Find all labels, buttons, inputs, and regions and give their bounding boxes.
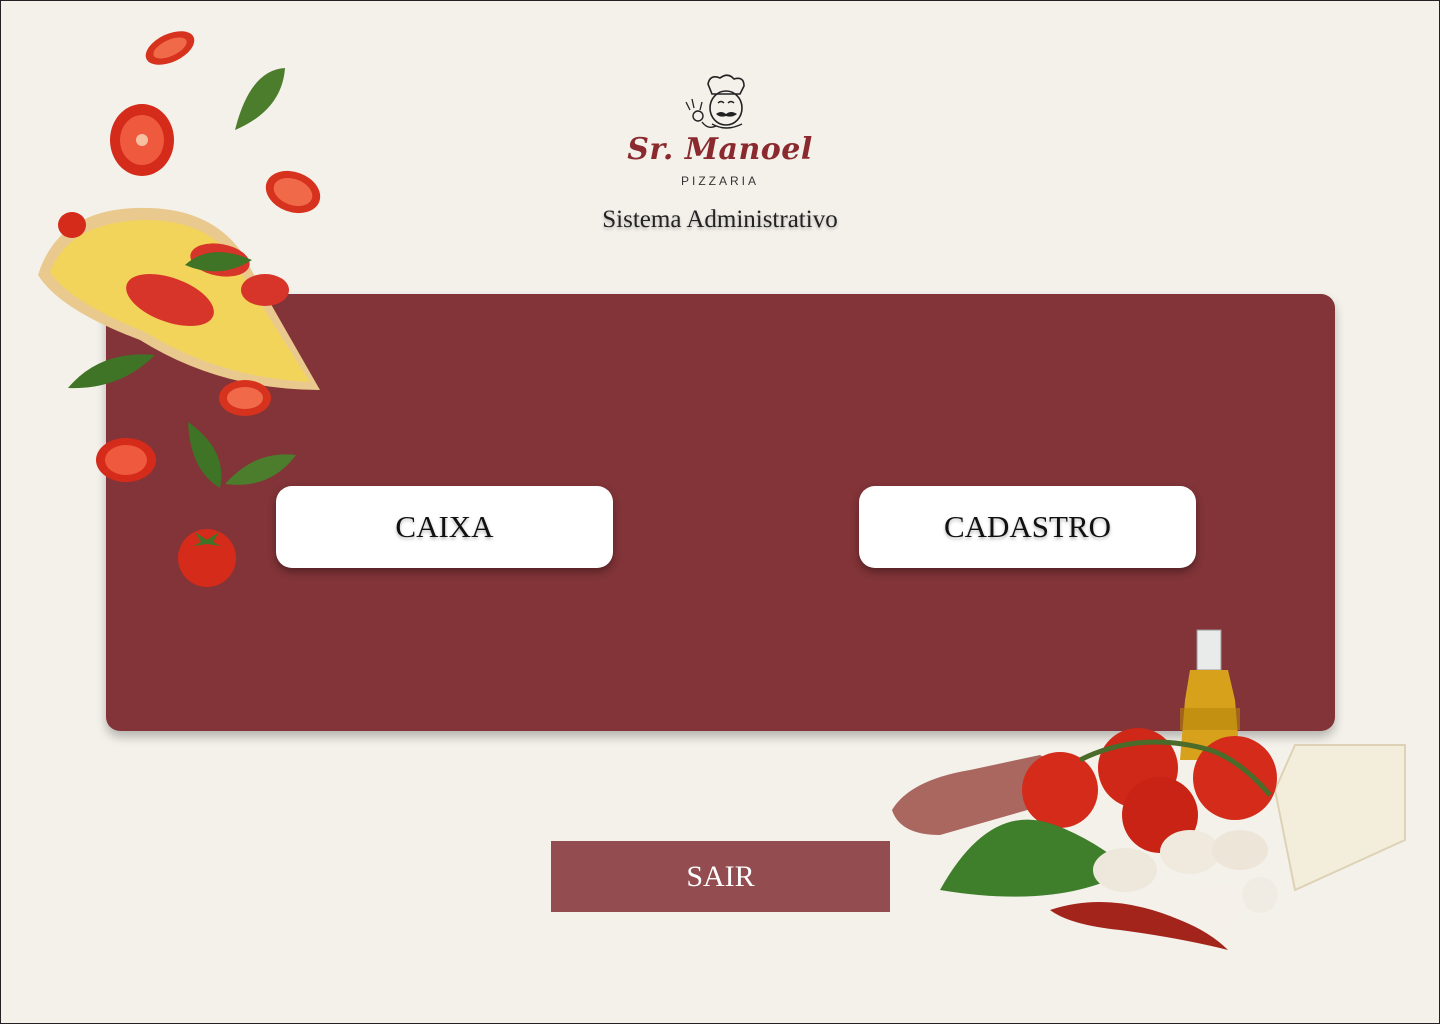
cadastro-button[interactable]: CADASTRO: [859, 486, 1196, 568]
pizza-slice-icon: [38, 207, 320, 390]
tomato-slice-icon: [145, 31, 195, 65]
pizza-decoration-icon: [38, 31, 321, 587]
chef-mascot-icon: [685, 74, 745, 129]
ingredients-decoration-icon: [892, 629, 1406, 950]
tomato-slice-icon: [265, 170, 321, 214]
sair-button[interactable]: SAIR: [551, 841, 890, 912]
basil-leaf-icon: [68, 354, 155, 389]
basil-leaf-icon: [188, 422, 222, 488]
page-subtitle: Sistema Administrativo: [602, 206, 838, 233]
tomato-slice-icon: [219, 380, 271, 416]
basil-leaf-icon: [225, 454, 296, 485]
brand-name: Sr. Manoel: [627, 132, 813, 167]
brand-logo: Sr. Manoel PIZZARIA: [620, 72, 820, 192]
tomato-slice-icon: [96, 438, 156, 482]
mushroom-icon: [1093, 830, 1268, 892]
tomato-icon: [178, 529, 236, 587]
tomato-slice-icon: [110, 104, 174, 176]
brand-subname: PIZZARIA: [680, 174, 759, 188]
basil-leaf-icon: [235, 68, 285, 130]
cheese-icon: [1273, 744, 1406, 892]
garlic-icon: [1198, 877, 1278, 927]
